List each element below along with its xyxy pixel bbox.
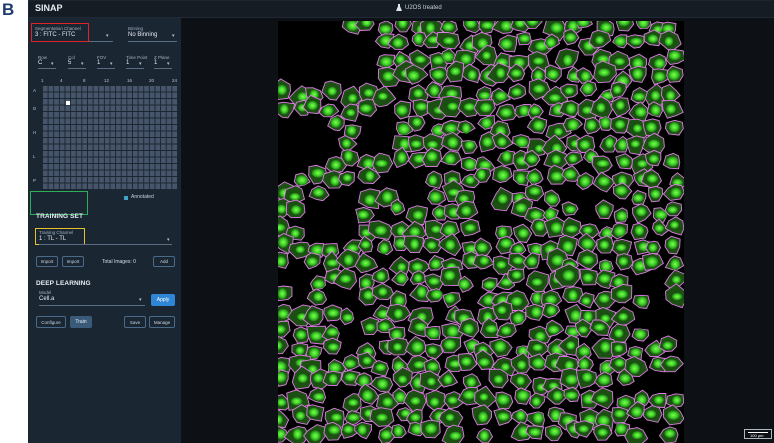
plate-column-label: 1	[41, 78, 44, 83]
time-point-underline	[126, 68, 144, 69]
plate-column-label: 4	[60, 78, 63, 83]
z-plane-chevron-down-icon[interactable]: ▾	[167, 61, 170, 67]
segmentation-chevron-down-icon[interactable]: ▾	[106, 33, 109, 39]
app-window: SINAP U2OS treated Segmentation Channel …	[28, 0, 774, 443]
segmentation-overlay-svg	[278, 21, 684, 443]
col-select[interactable]: 5	[68, 60, 71, 66]
image-viewer: 100 µm	[181, 18, 774, 443]
plate-column-label: 16	[127, 78, 133, 83]
plate-name: U2OS treated	[405, 4, 442, 11]
annotated-legend-label: Annotated	[131, 194, 154, 200]
binning-label: Binning	[128, 26, 144, 31]
model-label: Model	[39, 290, 52, 295]
model-underline	[39, 305, 145, 306]
training-channel-label: Training Channel	[39, 230, 74, 235]
time-point-select[interactable]: 1	[126, 60, 129, 66]
fov-select[interactable]: 1	[97, 60, 100, 66]
import-button-secondary[interactable]: Import	[62, 256, 84, 267]
figure-panel-label: B	[2, 0, 15, 19]
training-channel-chevron-down-icon[interactable]: ▾	[167, 237, 170, 243]
configure-button[interactable]: Configure	[36, 316, 66, 328]
plate-title: U2OS treated	[396, 4, 442, 11]
top-bar: SINAP U2OS treated	[29, 1, 774, 18]
import-button[interactable]: Import	[36, 256, 58, 267]
z-plane-underline	[154, 68, 172, 69]
fov-underline	[97, 68, 115, 69]
annotation-highlight-box	[30, 191, 88, 215]
segmentation-highlight-box	[31, 23, 89, 42]
z-plane-select[interactable]: 1	[154, 60, 157, 66]
manage-button[interactable]: Manage	[149, 316, 175, 328]
fov-chevron-down-icon[interactable]: ▾	[110, 61, 113, 67]
deep-learning-title: DEEP LEARNING	[36, 280, 91, 287]
binning-select[interactable]: No Binning	[128, 32, 157, 38]
scale-bar-label: 100 µm	[750, 433, 764, 438]
model-chevron-down-icon[interactable]: ▾	[139, 297, 142, 303]
plate-row-label: D	[33, 106, 37, 111]
col-chevron-down-icon[interactable]: ▾	[81, 61, 84, 67]
save-button[interactable]: Save	[124, 316, 146, 328]
annotated-legend-swatch	[124, 196, 128, 200]
row-select[interactable]: C	[38, 60, 42, 66]
apply-button[interactable]: Apply	[151, 294, 175, 306]
plate-row-label: A	[33, 88, 37, 93]
col-underline	[68, 68, 86, 69]
binning-underline	[128, 41, 177, 42]
well-plate-grid[interactable]	[42, 85, 177, 189]
row-chevron-down-icon[interactable]: ▾	[51, 61, 54, 67]
training-set-title: TRAINING SET	[36, 213, 84, 220]
scale-bar: 100 µm	[744, 429, 772, 439]
add-button[interactable]: Add	[153, 256, 175, 267]
plate-row-label: L	[33, 154, 36, 159]
training-channel-select[interactable]: 1 : TL - TL	[39, 236, 66, 242]
time-point-chevron-down-icon[interactable]: ▾	[139, 61, 142, 67]
plate-row-label: P	[33, 178, 37, 183]
model-select[interactable]: Cell.a	[39, 296, 54, 302]
plate-column-label: 20	[149, 78, 155, 83]
segmented-cell-image[interactable]	[278, 21, 684, 443]
binning-chevron-down-icon[interactable]: ▾	[172, 33, 175, 39]
flask-icon	[396, 4, 402, 11]
plate-column-label: 24	[172, 78, 178, 83]
total-images-count: Total Images: 0	[102, 259, 136, 265]
plate-column-label: 8	[83, 78, 86, 83]
row-underline	[38, 68, 56, 69]
plate-row-label: H	[33, 130, 37, 135]
train-button[interactable]: Train	[70, 316, 92, 328]
app-title: SINAP	[35, 3, 63, 13]
sidebar: Segmentation Channel 3 : FITC - FITC ▾ B…	[29, 18, 181, 443]
plate-column-label: 12	[104, 78, 110, 83]
training-channel-underline	[39, 244, 172, 245]
selected-well[interactable]	[66, 101, 70, 105]
